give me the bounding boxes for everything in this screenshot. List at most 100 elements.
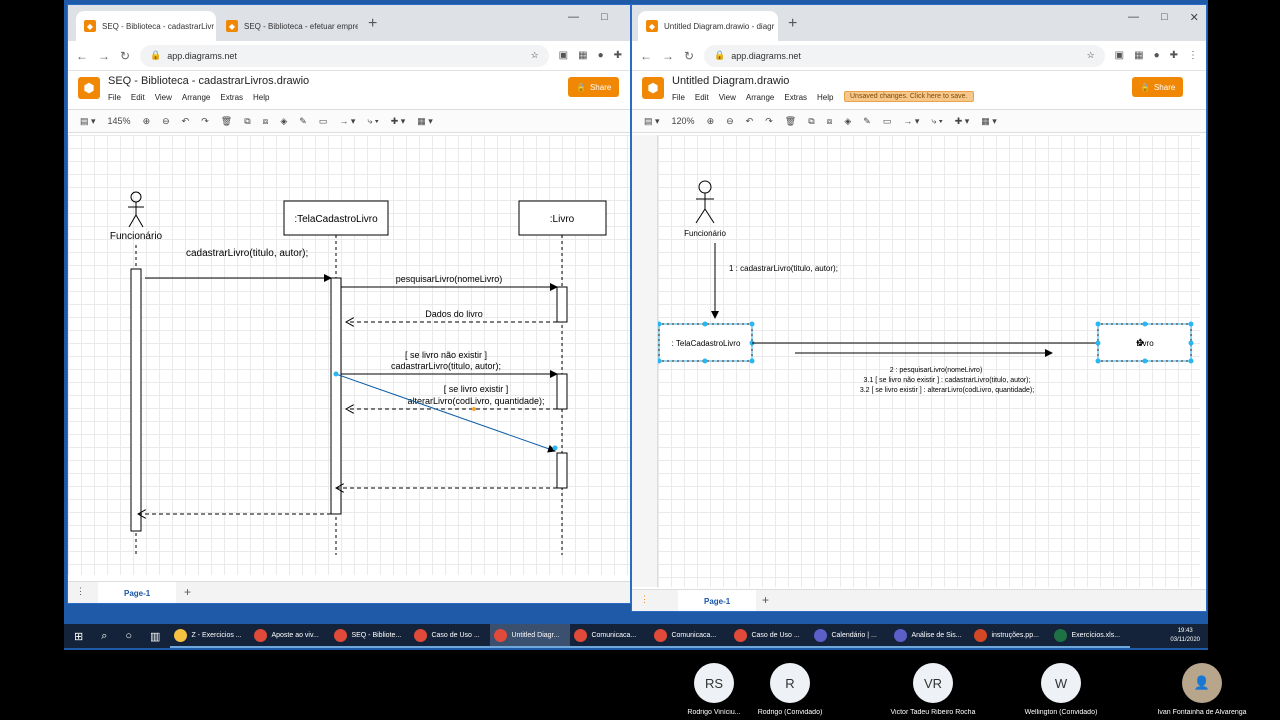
- actor-icon[interactable]: [128, 191, 144, 228]
- menu-view[interactable]: View: [719, 93, 736, 102]
- taskbar-item[interactable]: instruções.pp...: [970, 624, 1051, 648]
- to-back-icon[interactable]: ⧈: [827, 116, 833, 127]
- connection-icon[interactable]: → ▾: [903, 116, 919, 127]
- resize-handle[interactable]: [749, 358, 755, 364]
- line-color-icon[interactable]: ✎: [863, 116, 871, 127]
- resize-handle[interactable]: [702, 321, 708, 327]
- extension-icon[interactable]: ▣: [1115, 50, 1124, 61]
- zoom-select[interactable]: 145%: [108, 116, 131, 126]
- resize-handle[interactable]: [1095, 340, 1101, 346]
- taskbar-item[interactable]: Calendário | ...: [810, 624, 891, 648]
- undo-icon[interactable]: ↶: [182, 116, 190, 127]
- tela-activation[interactable]: [330, 277, 342, 515]
- windows-start-icon[interactable]: ⊞: [74, 630, 83, 643]
- page-tab[interactable]: Page-1: [678, 590, 757, 611]
- right-tab-1[interactable]: ◆ Untitled Diagram.drawio - diagr ✕: [638, 11, 778, 41]
- taskbar-item[interactable]: Caso de Uso ...: [730, 624, 811, 648]
- cortana-icon[interactable]: ○: [125, 630, 132, 642]
- zoom-in-icon[interactable]: ⊕: [707, 116, 715, 127]
- table-icon[interactable]: ▦ ▾: [981, 116, 997, 127]
- livro-activation-1[interactable]: [556, 286, 568, 323]
- taskbar-item[interactable]: Z - Exercicios ...: [170, 624, 251, 648]
- minimize-icon[interactable]: —: [568, 11, 579, 23]
- shadow-icon[interactable]: ▭: [319, 116, 328, 127]
- shadow-icon[interactable]: ▭: [883, 116, 892, 127]
- connector-handle[interactable]: [552, 445, 558, 451]
- left-tab-2[interactable]: ◆ SEQ - Biblioteca - efetuar empre ✕: [218, 11, 358, 41]
- new-tab-icon[interactable]: +: [368, 15, 377, 33]
- url-field[interactable]: 🔒 app.diagrams.net ☆: [140, 44, 549, 67]
- taskbar-item[interactable]: SEQ - Bibliote...: [330, 624, 411, 648]
- maximize-icon[interactable]: □: [1161, 11, 1168, 24]
- menu-file[interactable]: File: [672, 93, 685, 102]
- undo-icon[interactable]: ↶: [746, 116, 754, 127]
- minimize-icon[interactable]: —: [1128, 11, 1139, 24]
- resize-handle[interactable]: [1188, 340, 1194, 346]
- resize-handle[interactable]: [702, 358, 708, 364]
- puzzle-icon[interactable]: ✚: [1170, 50, 1178, 61]
- fill-color-icon[interactable]: ◈: [280, 116, 287, 127]
- menu-edit[interactable]: Edit: [695, 93, 709, 102]
- reload-icon[interactable]: ↻: [120, 49, 130, 63]
- taskbar-item[interactable]: Aposte ao viv...: [250, 624, 331, 648]
- taskbar-item[interactable]: Análise de Sis...: [890, 624, 971, 648]
- resize-handle[interactable]: [1095, 358, 1101, 364]
- add-page-icon[interactable]: +: [762, 593, 769, 607]
- puzzle-icon[interactable]: ✚: [614, 50, 622, 61]
- livro-activation-2[interactable]: [556, 373, 568, 410]
- star-icon[interactable]: ☆: [531, 50, 539, 61]
- menu-arrange[interactable]: Arrange: [746, 93, 774, 102]
- taskbar-item[interactable]: Exercícios.xls...: [1050, 624, 1131, 648]
- table-icon[interactable]: ▦ ▾: [417, 116, 433, 127]
- to-front-icon[interactable]: ⧉: [244, 116, 250, 127]
- unsaved-changes-button[interactable]: Unsaved changes. Click here to save.: [844, 91, 974, 102]
- star-icon[interactable]: ☆: [1087, 50, 1095, 61]
- to-front-icon[interactable]: ⧉: [808, 116, 814, 127]
- task-view-icon[interactable]: ▥: [150, 630, 160, 643]
- forward-icon[interactable]: →: [662, 49, 674, 63]
- share-button[interactable]: 🔒 Share: [1132, 77, 1184, 97]
- participant-tile[interactable]: R Rodrigo (Convidado): [725, 663, 855, 716]
- format-panel-icon[interactable]: ▤ ▾: [644, 116, 660, 127]
- menu-view[interactable]: View: [155, 93, 172, 102]
- pages-menu-icon[interactable]: ⋮: [76, 586, 85, 597]
- resize-handle[interactable]: [1142, 358, 1148, 364]
- system-clock[interactable]: 19:43 03/11/2020: [1170, 627, 1208, 645]
- extension-icon[interactable]: ●: [1154, 50, 1160, 61]
- back-icon[interactable]: ←: [640, 49, 652, 63]
- menu-help[interactable]: Help: [253, 93, 269, 102]
- page-tab[interactable]: Page-1: [98, 582, 177, 603]
- redo-icon[interactable]: ↷: [201, 116, 209, 127]
- zoom-select[interactable]: 120%: [672, 116, 695, 126]
- left-diagram-canvas[interactable]: Funcionário :TelaCadastroLivro :Livro ca…: [68, 135, 630, 575]
- url-field[interactable]: 🔒 app.diagrams.net ☆: [704, 44, 1105, 67]
- resize-handle[interactable]: [1188, 358, 1194, 364]
- waypoints-icon[interactable]: ⤷ ▾: [367, 116, 378, 127]
- menu-icon[interactable]: ⋮: [1188, 50, 1198, 61]
- menu-extras[interactable]: Extras: [784, 93, 807, 102]
- shapes-sidebar[interactable]: [632, 135, 658, 587]
- zoom-out-icon[interactable]: ⊖: [162, 116, 170, 127]
- line-color-icon[interactable]: ✎: [299, 116, 307, 127]
- connector-handle[interactable]: [333, 371, 339, 377]
- document-title[interactable]: Untitled Diagram.drawio: [672, 75, 789, 87]
- participant-tile[interactable]: W Wellington (Convidado): [996, 663, 1126, 716]
- close-window-icon[interactable]: ✕: [1190, 11, 1199, 24]
- document-title[interactable]: SEQ - Biblioteca - cadastrarLivros.drawi…: [108, 75, 309, 87]
- extension-icon[interactable]: ▦: [578, 50, 587, 61]
- menu-help[interactable]: Help: [817, 93, 833, 102]
- actor-icon[interactable]: [695, 180, 715, 224]
- extension-icon[interactable]: ▦: [1134, 50, 1143, 61]
- search-icon[interactable]: ⌕: [101, 630, 107, 643]
- fill-color-icon[interactable]: ◈: [844, 116, 851, 127]
- maximize-icon[interactable]: □: [601, 11, 608, 23]
- add-page-icon[interactable]: +: [184, 585, 191, 599]
- taskbar-item[interactable]: Comunicaca...: [570, 624, 651, 648]
- delete-icon[interactable]: 🗑: [221, 116, 232, 127]
- taskbar-item[interactable]: Comunicaca...: [650, 624, 731, 648]
- participant-tile[interactable]: 👤 Ivan Fontainha de Alvarenga: [1137, 663, 1267, 716]
- pages-menu-icon[interactable]: ⋮: [640, 594, 649, 605]
- format-panel-icon[interactable]: ▤ ▾: [80, 116, 96, 127]
- menu-arrange[interactable]: Arrange: [182, 93, 210, 102]
- to-back-icon[interactable]: ⧈: [263, 116, 269, 127]
